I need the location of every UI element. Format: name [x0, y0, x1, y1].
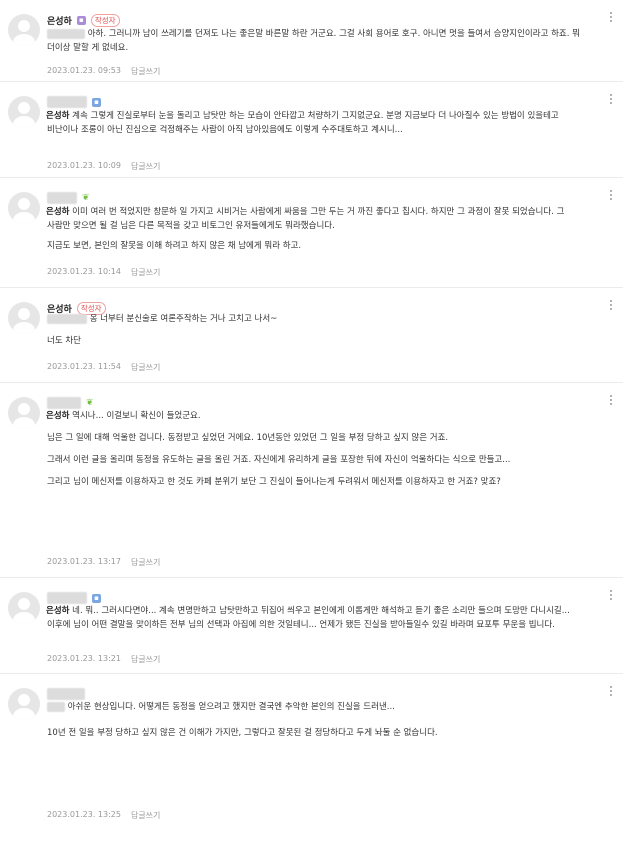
comment-item: ❦ 은성하 역시나... 이걸보니 확신이 들었군요. 님은 그 일에 대해 억… [0, 383, 623, 578]
comment-date: 2023.01.23. 10:09 [47, 161, 121, 170]
comment-text: 너도 차단 [47, 336, 81, 346]
mentioned-author[interactable]: 은성하 [46, 606, 69, 616]
comment-item: ▪ 은성하 계속 그렇게 진실로부터 눈을 돌리고 남탓만 하는 모습이 안타깝… [0, 82, 623, 178]
avatar[interactable] [8, 592, 40, 624]
more-options-icon[interactable] [609, 300, 613, 314]
comment-meta: 2023.01.23. 10:09 답글쓰기 [47, 161, 160, 172]
quoted-nickname-blur [47, 313, 87, 324]
comment-header: 은성하 ▪ 작성자 [47, 12, 120, 28]
comment-text: 그래서 이런 글을 올리며 동정을 유도하는 글을 올린 거죠. 자신에게 유리… [47, 455, 511, 465]
comment-list: 은성하 ▪ 작성자 아하. 그러니까 남이 쓰레기를 던져도 나는 좋은말 바른… [0, 0, 623, 842]
more-options-icon[interactable] [609, 94, 613, 108]
comment-item: 은성하 ▪ 작성자 아하. 그러니까 남이 쓰레기를 던져도 나는 좋은말 바른… [0, 0, 623, 82]
more-options-icon[interactable] [609, 190, 613, 204]
author-nickname-blur [47, 96, 87, 108]
comment-body: 은성하 역시나... 이걸보니 확신이 들었군요. 님은 그 일에 대해 억울한… [46, 409, 587, 489]
comment-item: ❦ 은성하 이미 여러 번 적었지만 창문하 일 가지고 시비거는 사람에게 싸… [0, 178, 623, 288]
comment-body: 아하. 그러니까 남이 쓰레기를 던져도 나는 좋은말 바른말 하란 거군요. … [47, 27, 587, 55]
more-options-icon[interactable] [609, 12, 613, 26]
comment-text: 계속 그렇게 진실로부터 눈을 돌리고 남탓만 하는 모습이 안타깝고 처량하기… [47, 111, 559, 135]
comment-body: 아쉬운 현상입니다. 어떻게든 동정을 얻으려고 했지만 결국엔 추악한 본인의… [47, 700, 587, 740]
comment-text: 아쉬운 현상입니다. 어떻게든 동정을 얻으려고 했지만 결국엔 추악한 본인의… [67, 702, 395, 712]
author-nickname-blur [47, 592, 87, 604]
leaf-icon: ❦ [86, 397, 94, 408]
leaf-icon: ❦ [82, 192, 90, 203]
comment-text: 역시나... 이걸보니 확신이 들었군요. [72, 411, 201, 421]
comment-header: ❦ [47, 190, 90, 206]
member-level-icon: ▪ [92, 97, 101, 107]
comment-text: 님은 그 일에 대해 억울한 겁니다. 동정받고 싶었던 거에요. 10년동안 … [47, 433, 449, 443]
more-options-icon[interactable] [609, 395, 613, 409]
comment-body: 은성하 이미 여러 번 적었지만 창문하 일 가지고 시비거는 사람에게 싸움을… [46, 205, 587, 253]
comment-text: 그리고 님이 메신저를 이용하자고 한 것도 카페 분위기 보단 그 진실이 들… [47, 477, 501, 487]
more-options-icon[interactable] [609, 686, 613, 700]
comment-date: 2023.01.23. 09:53 [47, 66, 121, 75]
mentioned-author[interactable]: 은성하 [46, 111, 69, 121]
reply-button[interactable]: 답글쓰기 [131, 654, 160, 665]
comment-meta: 2023.01.23. 13:25 답글쓰기 [47, 810, 160, 821]
author-nickname-blur [47, 192, 77, 204]
comment-body: 옹 너부터 분신술로 여론주작하는 거나 고치고 나서~ 너도 차단 [47, 312, 587, 348]
quoted-nickname-blur [47, 701, 65, 712]
avatar[interactable] [8, 96, 40, 128]
comment-body: 은성하 네. 뭐.. 그러시다면야... 계속 변명만하고 남탓만하고 뒤집어 … [46, 604, 587, 632]
comment-item: 아쉬운 현상입니다. 어떻게든 동정을 얻으려고 했지만 결국엔 추악한 본인의… [0, 674, 623, 842]
member-level-icon: ▪ [92, 593, 101, 603]
avatar[interactable] [8, 397, 40, 429]
quoted-nickname-blur [47, 28, 85, 39]
reply-button[interactable]: 답글쓰기 [131, 66, 160, 77]
mentioned-author[interactable]: 은성하 [46, 411, 69, 421]
comment-text: 10년 전 일을 부정 당하고 싶지 않은 건 이해가 가지만, 그렇다고 잘못… [47, 728, 438, 738]
comment-text: 네. 뭐.. 그러시다면야... 계속 변명만하고 남탓만하고 뒤집어 씌우고 … [47, 606, 570, 630]
comment-meta: 2023.01.23. 11:54 답글쓰기 [47, 362, 160, 373]
reply-button[interactable]: 답글쓰기 [131, 557, 160, 568]
comment-date: 2023.01.23. 13:25 [47, 810, 121, 819]
comment-date: 2023.01.23. 10:14 [47, 267, 121, 276]
comment-meta: 2023.01.23. 13:17 답글쓰기 [47, 557, 160, 568]
comment-author[interactable]: 은성하 [47, 14, 72, 27]
reply-button[interactable]: 답글쓰기 [131, 161, 160, 172]
comment-item: 은성하 작성자 옹 너부터 분신술로 여론주작하는 거나 고치고 나서~ 너도 … [0, 288, 623, 383]
comment-meta: 2023.01.23. 09:53 답글쓰기 [47, 66, 160, 77]
more-options-icon[interactable] [609, 590, 613, 604]
comment-date: 2023.01.23. 11:54 [47, 362, 121, 371]
reply-button[interactable]: 답글쓰기 [131, 267, 160, 278]
author-nickname-blur [47, 688, 85, 700]
comment-text: 옹 너부터 분신술로 여론주작하는 거나 고치고 나서~ [89, 314, 278, 324]
comment-text: 지금도 보면, 본인의 잘못을 이해 하려고 하지 않은 채 남에게 뭐라 하고… [47, 241, 302, 251]
comment-item: ▪ 은성하 네. 뭐.. 그러시다면야... 계속 변명만하고 남탓만하고 뒤집… [0, 578, 623, 674]
avatar[interactable] [8, 302, 40, 334]
comment-date: 2023.01.23. 13:21 [47, 654, 121, 663]
comment-meta: 2023.01.23. 10:14 답글쓰기 [47, 267, 160, 278]
comment-meta: 2023.01.23. 13:21 답글쓰기 [47, 654, 160, 665]
comment-date: 2023.01.23. 13:17 [47, 557, 121, 566]
comment-header: ▪ [47, 94, 101, 110]
reply-button[interactable]: 답글쓰기 [131, 362, 160, 373]
mentioned-author[interactable]: 은성하 [46, 207, 69, 217]
reply-button[interactable]: 답글쓰기 [131, 810, 160, 821]
avatar[interactable] [8, 192, 40, 224]
comment-text: 이미 여러 번 적었지만 창문하 일 가지고 시비거는 사람에게 싸움을 그만 … [47, 207, 565, 231]
avatar[interactable] [8, 688, 40, 720]
comment-body: 은성하 계속 그렇게 진실로부터 눈을 돌리고 남탓만 하는 모습이 안타깝고 … [46, 109, 587, 137]
member-level-icon: ▪ [76, 15, 86, 25]
writer-badge: 작성자 [90, 13, 120, 27]
author-nickname-blur [47, 397, 81, 409]
comment-text: 아하. 그러니까 남이 쓰레기를 던져도 나는 좋은말 바른말 하란 거군요. … [47, 29, 580, 53]
avatar[interactable] [8, 14, 40, 46]
